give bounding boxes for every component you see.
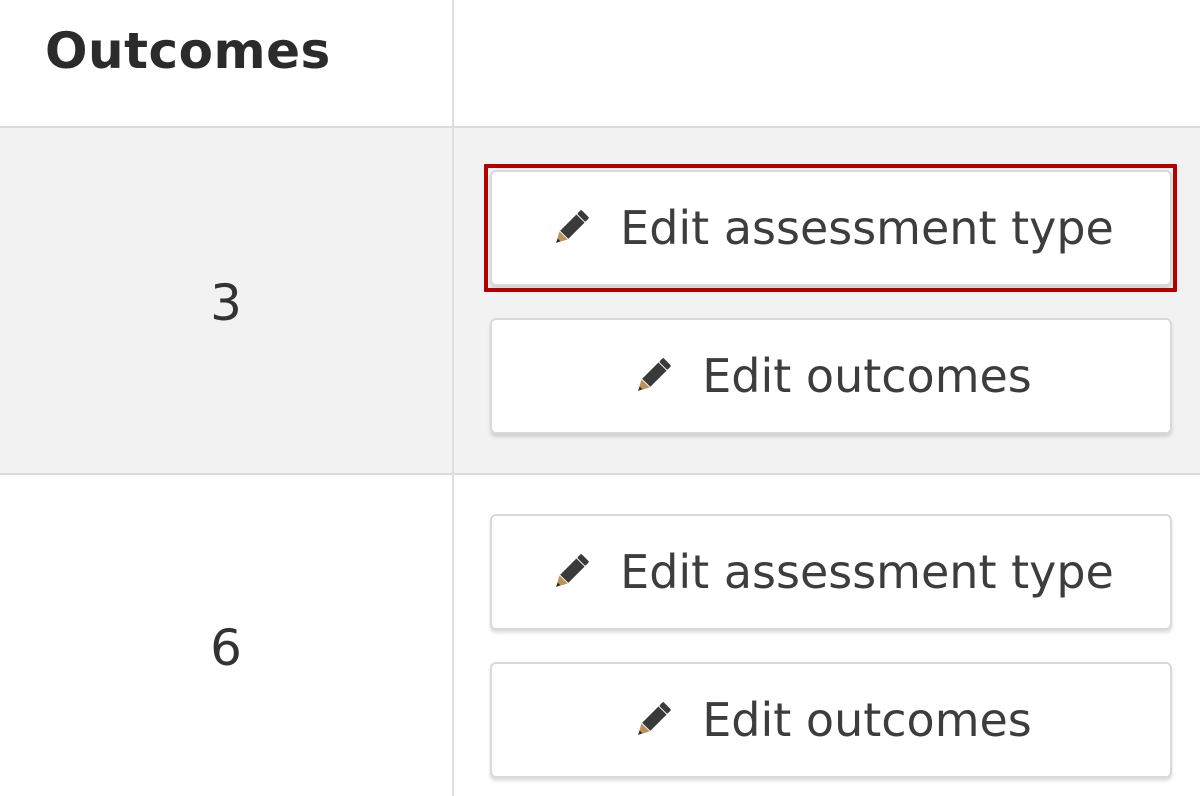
table-row: 6 Edit assessment type Edit outcomes xyxy=(0,475,1200,796)
outcomes-count: 6 xyxy=(210,619,242,677)
table-header: Outcomes xyxy=(0,0,1200,128)
pencil-icon xyxy=(548,205,594,251)
edit-assessment-type-label: Edit assessment type xyxy=(620,201,1114,255)
edit-assessment-type-label: Edit assessment type xyxy=(620,545,1114,599)
edit-outcomes-label: Edit outcomes xyxy=(702,693,1032,747)
edit-outcomes-button[interactable]: Edit outcomes xyxy=(490,662,1172,778)
edit-outcomes-button[interactable]: Edit outcomes xyxy=(490,318,1172,434)
table-row: 3 Edit assessment type Edit outcomes xyxy=(0,128,1200,475)
outcomes-count: 3 xyxy=(210,274,242,332)
pencil-icon xyxy=(548,549,594,595)
outcomes-column-header: Outcomes xyxy=(45,22,331,80)
pencil-icon xyxy=(630,353,676,399)
edit-assessment-type-button[interactable]: Edit assessment type xyxy=(490,170,1172,286)
pencil-icon xyxy=(630,697,676,743)
column-divider xyxy=(452,0,454,796)
edit-outcomes-label: Edit outcomes xyxy=(702,349,1032,403)
outcomes-table: Outcomes 3 Edit assessment type Edit out… xyxy=(0,0,1200,796)
edit-assessment-type-button[interactable]: Edit assessment type xyxy=(490,514,1172,630)
